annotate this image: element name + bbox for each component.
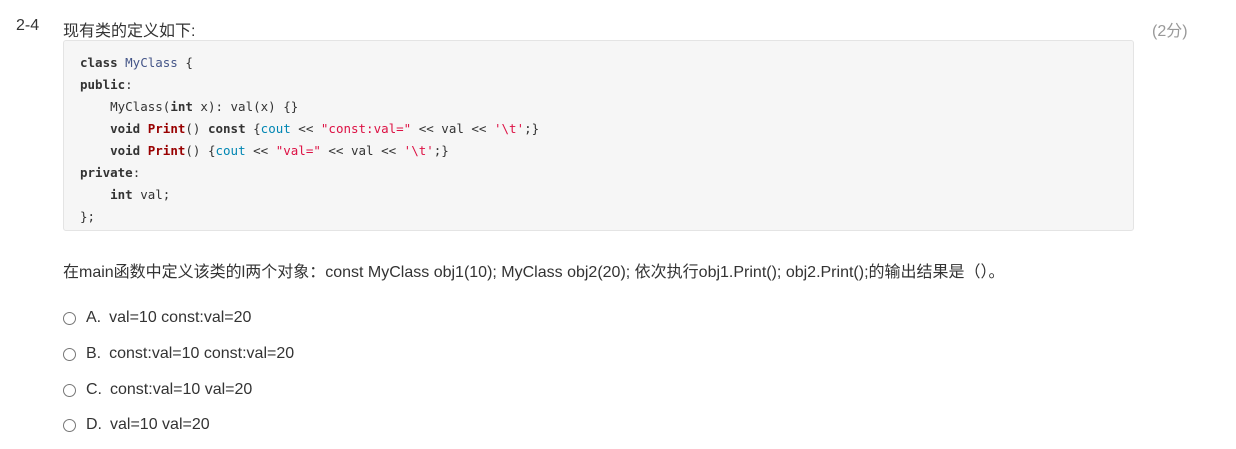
code-token: MyClass( (80, 99, 171, 114)
question-title: 现有类的定义如下: (63, 23, 196, 40)
code-token: : (125, 77, 133, 92)
option-a[interactable]: A. val=10 const:val=20 (63, 309, 251, 327)
code-token: const (207, 121, 246, 136)
code-token: val; (132, 187, 171, 202)
code-token: int (110, 187, 133, 202)
question-prompt: 在main函数中定义该类的l两个对象：const MyClass obj1(10… (63, 264, 1005, 281)
radio-button[interactable] (63, 418, 76, 432)
code-token: { (245, 121, 261, 136)
code-line: private: (80, 162, 1117, 184)
code-token: void (110, 121, 141, 136)
code-token: () { (185, 143, 216, 158)
radio-button[interactable] (63, 347, 76, 361)
code-block: class MyClass {public: MyClass(int x): v… (63, 40, 1134, 231)
option-label: B. (86, 345, 102, 362)
option-label: C. (86, 381, 102, 398)
code-token: ;} (433, 143, 449, 158)
code-token: ;} (524, 121, 540, 136)
code-token: MyClass (125, 55, 178, 70)
option-d[interactable]: D. val=10 val=20 (63, 416, 210, 434)
option-label: A. (86, 309, 102, 326)
code-line: void Print() const {cout << "const:val="… (80, 118, 1117, 140)
code-token: int (170, 99, 193, 114)
code-token: cout (215, 143, 246, 158)
option-b[interactable]: B. const:val=10 const:val=20 (63, 345, 294, 363)
code-line: void Print() {cout << "val=" << val << '… (80, 140, 1117, 162)
code-token: }; (80, 209, 96, 224)
code-token: << (290, 121, 321, 136)
code-token: "const:val=" (320, 121, 412, 136)
code-token: () (185, 121, 208, 136)
code-token: << val << (320, 143, 404, 158)
code-line: MyClass(int x): val(x) {} (80, 96, 1117, 118)
code-token: void (110, 143, 141, 158)
option-text: const:val=10 const:val=20 (109, 345, 295, 362)
code-line: int val; (80, 184, 1117, 206)
option-text: val=10 val=20 (110, 416, 210, 433)
code-token: cout (260, 121, 291, 136)
option-text: val=10 const:val=20 (109, 309, 252, 326)
code-token: '\t' (494, 121, 525, 136)
radio-button[interactable] (63, 383, 76, 397)
code-token: << val << (411, 121, 494, 136)
code-token: x): val(x) {} (192, 99, 299, 114)
code-token: : (132, 165, 141, 180)
question-number: 2-4 (16, 17, 40, 34)
code-token: '\t' (403, 143, 434, 158)
question-score: (2分) (1152, 23, 1188, 40)
option-label: D. (86, 416, 102, 433)
code-token: Print (147, 121, 186, 136)
code-token: { (177, 55, 193, 70)
code-token: "val=" (275, 143, 321, 158)
code-token: private (80, 165, 133, 180)
code-line: public: (80, 74, 1117, 96)
code-line: }; (80, 206, 1117, 228)
code-token: Print (147, 143, 186, 158)
code-line: class MyClass { (80, 52, 1117, 74)
code-token: class (80, 55, 126, 70)
option-text: const:val=10 val=20 (110, 381, 253, 398)
code-token: public (80, 77, 126, 92)
code-token: << (245, 143, 276, 158)
option-c[interactable]: C. const:val=10 val=20 (63, 381, 252, 399)
radio-button[interactable] (63, 311, 76, 325)
